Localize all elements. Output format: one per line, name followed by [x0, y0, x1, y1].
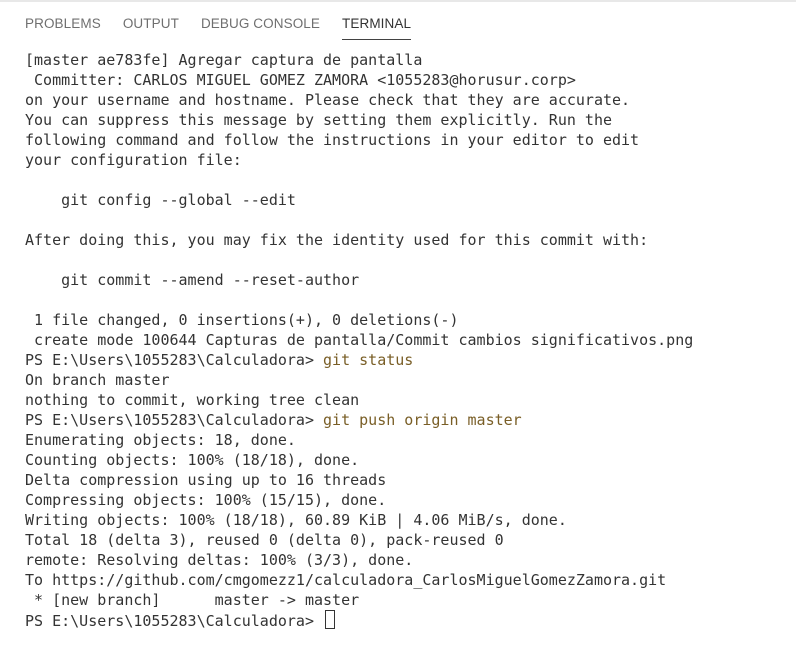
command-text: git status — [323, 351, 414, 369]
terminal-line: 1 file changed, 0 insertions(+), 0 delet… — [25, 311, 459, 329]
prompt-path: PS E:\Users\1055283\Calculadora> — [25, 612, 324, 630]
prompt-path: PS E:\Users\1055283\Calculadora> — [25, 351, 324, 369]
terminal-line: You can suppress this message by setting… — [25, 111, 612, 129]
tab-terminal[interactable]: TERMINAL — [331, 8, 422, 41]
terminal-line: [master ae783fe] Agregar captura de pant… — [25, 51, 423, 69]
terminal-line: Total 18 (delta 3), reused 0 (delta 0), … — [25, 531, 504, 549]
panel-top-border — [0, 0, 796, 2]
terminal-prompt-line: PS E:\Users\1055283\Calculadora> git pus… — [25, 410, 786, 430]
terminal-line: After doing this, you may fix the identi… — [25, 231, 649, 249]
terminal-line: remote: Resolving deltas: 100% (3/3), do… — [25, 551, 414, 569]
terminal-line: on your username and hostname. Please ch… — [25, 91, 631, 109]
terminal-line: To https://github.com/cmgomezz1/calculad… — [25, 571, 667, 589]
terminal-line: nothing to commit, working tree clean — [25, 391, 360, 409]
terminal-line: Enumerating objects: 18, done. — [25, 431, 296, 449]
terminal-prompt-line[interactable]: PS E:\Users\1055283\Calculadora> — [25, 610, 786, 630]
terminal-line: * [new branch] master -> master — [25, 591, 360, 609]
command-text: git push origin master — [323, 411, 522, 429]
terminal-line: Writing objects: 100% (18/18), 60.89 KiB… — [25, 511, 567, 529]
terminal-line: On branch master — [25, 371, 170, 389]
terminal-cursor[interactable] — [325, 610, 336, 629]
terminal-line: git commit --amend --reset-author — [25, 271, 360, 289]
terminal-prompt-line: PS E:\Users\1055283\Calculadora> git sta… — [25, 350, 786, 370]
terminal-line: Compressing objects: 100% (15/15), done. — [25, 491, 387, 509]
terminal-line: create mode 100644 Capturas de pantalla/… — [25, 331, 694, 349]
terminal-line: git config --global --edit — [25, 191, 296, 209]
terminal-panel: PROBLEMS OUTPUT DEBUG CONSOLE TERMINAL [… — [0, 0, 796, 658]
tab-output[interactable]: OUTPUT — [112, 8, 190, 41]
terminal-line: Delta compression using up to 16 threads — [25, 471, 387, 489]
terminal-line: Counting objects: 100% (18/18), done. — [25, 451, 360, 469]
tab-problems[interactable]: PROBLEMS — [14, 8, 112, 41]
prompt-path: PS E:\Users\1055283\Calculadora> — [25, 411, 324, 429]
terminal-output[interactable]: [master ae783fe] Agregar captura de pant… — [25, 50, 786, 630]
terminal-line: your configuration file: — [25, 151, 242, 169]
terminal-line: following command and follow the instruc… — [25, 131, 640, 149]
terminal-line: Committer: CARLOS MIGUEL GOMEZ ZAMORA <1… — [25, 71, 576, 89]
tab-debug-console[interactable]: DEBUG CONSOLE — [190, 8, 331, 41]
panel-tabbar: PROBLEMS OUTPUT DEBUG CONSOLE TERMINAL — [14, 8, 422, 42]
